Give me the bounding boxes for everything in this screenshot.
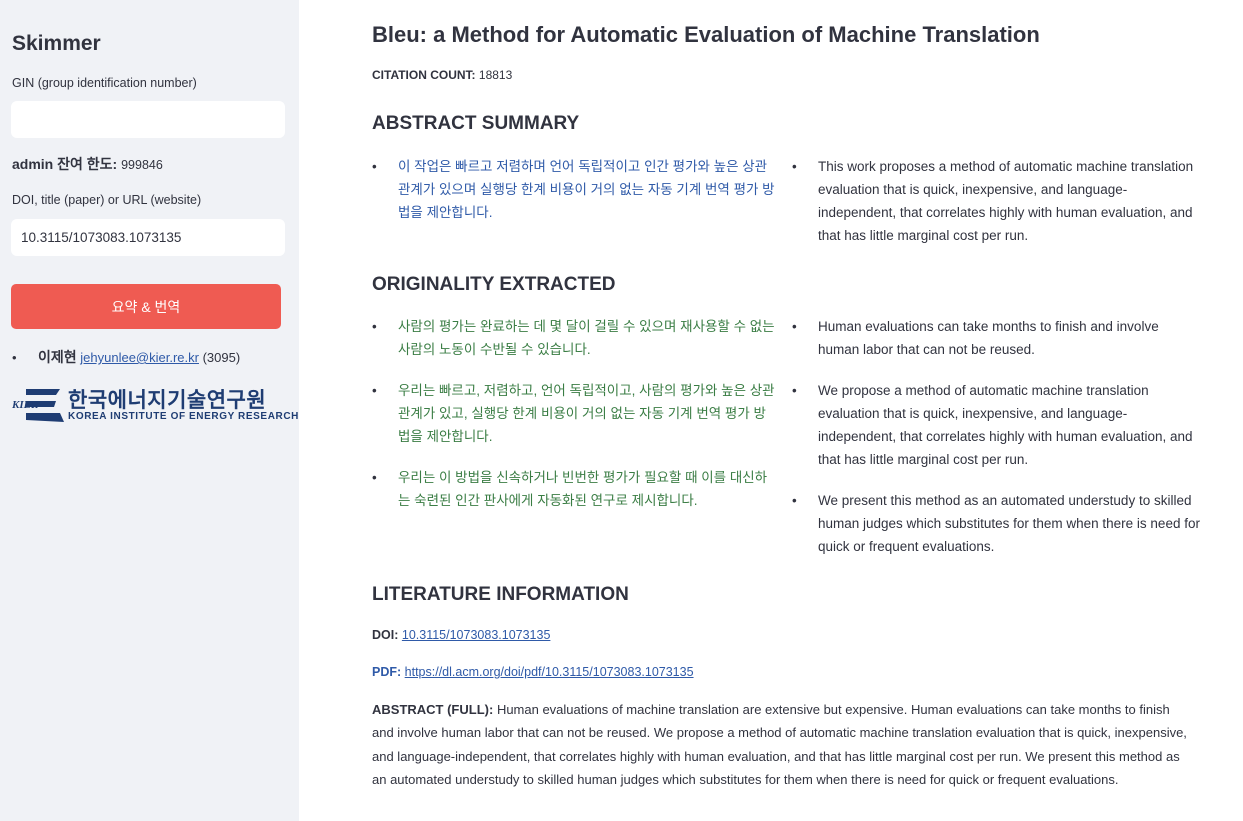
full-abstract: ABSTRACT (FULL): Human evaluations of ma… xyxy=(372,698,1194,791)
bullet: • xyxy=(12,350,17,365)
doi-label: DOI, title (paper) or URL (website) xyxy=(12,193,202,207)
abstract-summary-en-list: This work proposes a method of automatic… xyxy=(792,155,1202,247)
citation-label: CITATION COUNT: xyxy=(372,68,476,82)
pdf-line: PDF: https://dl.acm.org/doi/pdf/10.3115/… xyxy=(372,665,694,679)
list-item: 우리는 빠르고, 저렴하고, 언어 독립적이고, 사람의 평가와 높은 상관관계… xyxy=(372,379,775,448)
abstract-summary-ko-list: 이 작업은 빠르고 저렴하며 언어 독립적이고 인간 평가와 높은 상관 관계가… xyxy=(372,155,775,224)
contact-extension: (3095) xyxy=(202,350,241,365)
originality-ko-list: 사람의 평가는 완료하는 데 몇 달이 걸릴 수 있으며 재사용할 수 없는 사… xyxy=(372,315,775,512)
contact-email-link[interactable]: jehyunlee@kier.re.kr xyxy=(80,350,199,365)
list-item: 우리는 이 방법을 신속하거나 빈번한 평가가 필요할 때 이를 대신하는 숙련… xyxy=(372,466,775,512)
kier-logo-korean: 한국에너지기술연구원 xyxy=(68,389,267,412)
app-title: Skimmer xyxy=(12,32,101,55)
list-item: Human evaluations can take months to fin… xyxy=(792,315,1202,361)
doi-label-main: DOI: xyxy=(372,628,399,642)
abstract-summary-heading: ABSTRACT SUMMARY xyxy=(372,113,580,134)
admin-quota-value: 999846 xyxy=(121,158,163,172)
doi-input[interactable] xyxy=(11,219,285,256)
kier-logo-english: KOREA INSTITUTE OF ENERGY RESEARCH xyxy=(68,411,299,422)
citation-count: CITATION COUNT: 18813 xyxy=(372,68,512,82)
contact-item: • 이제현 jehyunlee@kier.re.kr (3095) xyxy=(12,347,240,367)
doi-line: DOI: 10.3115/1073083.1073135 xyxy=(372,628,550,642)
citation-value: 18813 xyxy=(478,68,513,82)
list-item: 이 작업은 빠르고 저렴하며 언어 독립적이고 인간 평가와 높은 상관 관계가… xyxy=(372,155,775,224)
pdf-label: PDF: xyxy=(372,665,402,679)
list-item: 사람의 평가는 완료하는 데 몇 달이 걸릴 수 있으며 재사용할 수 없는 사… xyxy=(372,315,775,361)
summarize-translate-button[interactable]: 요약 & 번역 xyxy=(11,284,281,329)
pdf-link[interactable]: https://dl.acm.org/doi/pdf/10.3115/10730… xyxy=(405,665,694,679)
sidebar: Skimmer GIN (group identification number… xyxy=(0,0,299,821)
doi-link[interactable]: 10.3115/1073083.1073135 xyxy=(402,628,551,642)
gin-label: GIN (group identification number) xyxy=(12,76,197,90)
kier-logo-mark-icon: KIER xyxy=(11,389,64,422)
admin-quota-label: admin 잔여 한도: xyxy=(12,156,118,172)
full-abstract-text: Human evaluations of machine translation… xyxy=(372,702,1187,787)
full-abstract-label: ABSTRACT (FULL): xyxy=(372,702,494,717)
originality-heading: ORIGINALITY EXTRACTED xyxy=(372,274,616,295)
literature-heading: LITERATURE INFORMATION xyxy=(372,584,629,605)
admin-quota: admin 잔여 한도: 999846 xyxy=(12,154,163,174)
originality-en-list: Human evaluations can take months to fin… xyxy=(792,315,1202,558)
list-item: We propose a method of automatic machine… xyxy=(792,379,1202,471)
gin-input[interactable] xyxy=(11,101,285,138)
list-item: We present this method as an automated u… xyxy=(792,489,1202,558)
paper-title: Bleu: a Method for Automatic Evaluation … xyxy=(372,22,1040,47)
contact-name: 이제현 xyxy=(38,349,77,365)
main-content: Bleu: a Method for Automatic Evaluation … xyxy=(299,0,1243,821)
list-item: This work proposes a method of automatic… xyxy=(792,155,1202,247)
kier-logo: KIER 한국에너지기술연구원 KOREA INSTITUTE OF ENERG… xyxy=(11,384,298,428)
kier-logo-mark-text: KIER xyxy=(12,399,38,411)
